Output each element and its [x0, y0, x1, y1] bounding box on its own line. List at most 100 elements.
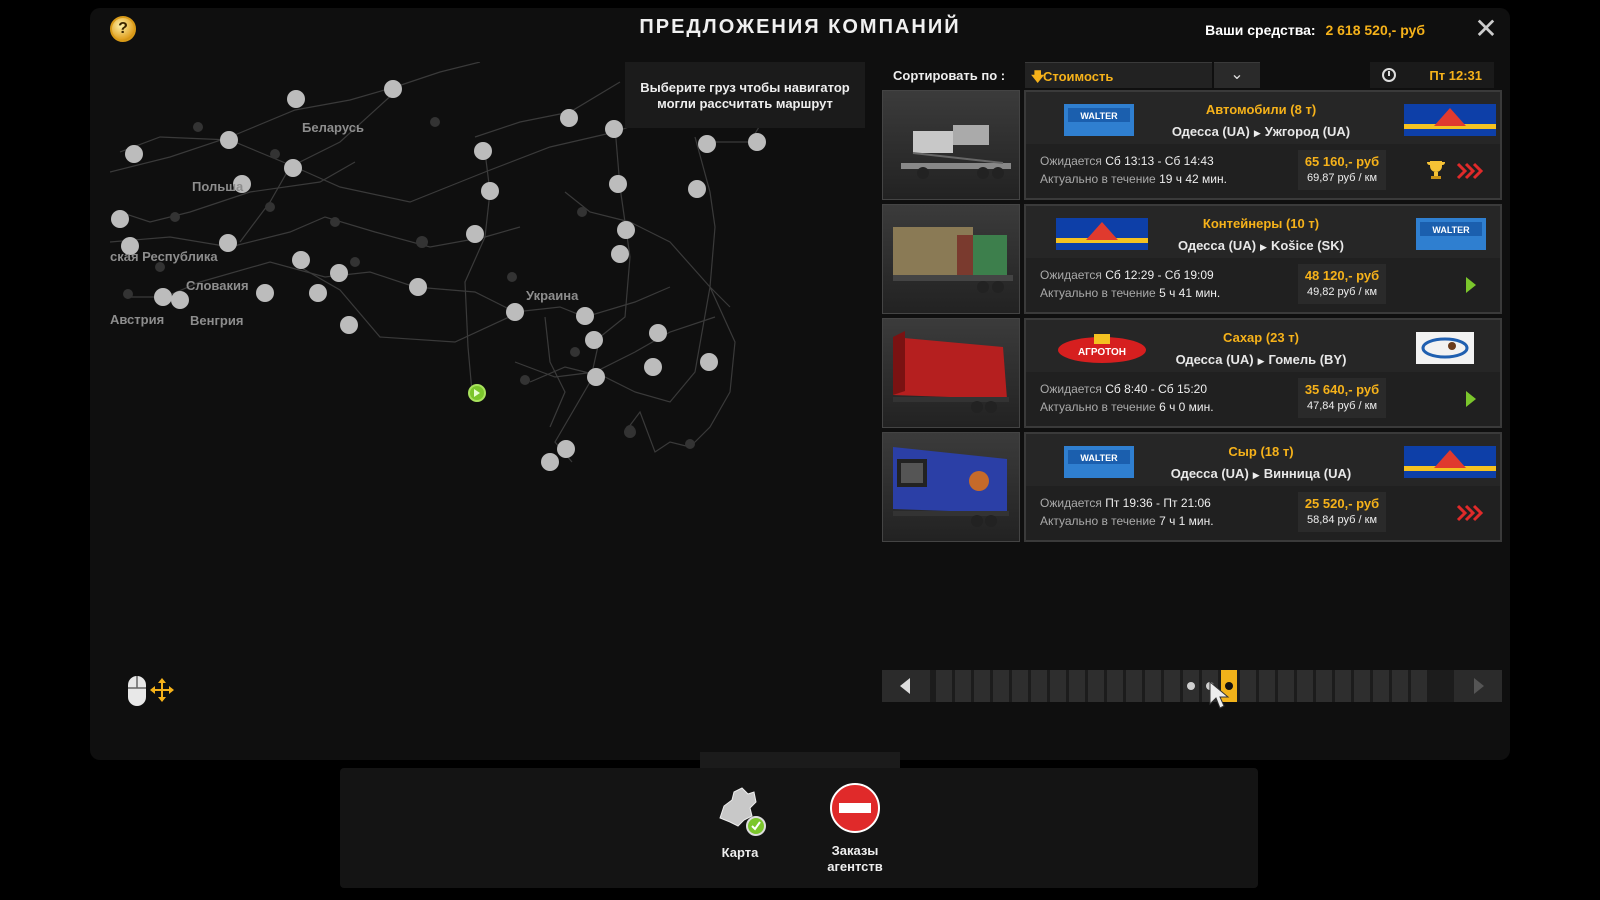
expected-label: Ожидается [1040, 382, 1102, 396]
map-hint: Выберите груз чтобы навигатор могли расс… [625, 62, 865, 128]
sort-dropdown-button[interactable]: ⌄ [1214, 62, 1260, 88]
offer-row[interactable]: WALTER Контейнеры (10 т) Одесса (UA) ▶ Koš… [882, 204, 1502, 314]
pager-page[interactable] [936, 670, 952, 702]
offer-card[interactable]: WALTER Контейнеры (10 т) Одесса (UA) ▶ Koš… [1024, 204, 1502, 314]
valid-time: Актуально в течение 6 ч 0 мин. [1040, 400, 1214, 414]
agroton-logo: АГРОТОН [1058, 334, 1146, 363]
offer-row[interactable]: WALTER Автомобили (8 т) Одесса (UA) ▶ Ужго… [882, 90, 1502, 200]
expected-time: Ожидается Сб 13:13 - Сб 14:43 [1040, 154, 1214, 168]
pager-next-button[interactable] [1454, 670, 1502, 702]
cargo-name: Автомобили (8 т) [1205, 102, 1317, 117]
pager-page[interactable] [1050, 670, 1066, 702]
pager-page[interactable] [1240, 670, 1256, 702]
valid-value: 7 ч 1 мин. [1159, 514, 1214, 528]
close-button[interactable]: ✕ [1472, 13, 1500, 44]
destination: Гомель (BY) [1268, 352, 1347, 367]
map-label-slovakia: Словакия [186, 278, 249, 293]
route-arrow-icon: ▶ [1253, 128, 1261, 138]
page-title: ПРЕДЛОЖЕНИЯ КОМПАНИЙ [639, 16, 961, 38]
map-label-belarus: Беларусь [302, 120, 364, 135]
svg-text:WALTER: WALTER [1080, 453, 1118, 463]
route-map[interactable]: Беларусь Польша ская Республика Словакия… [110, 62, 865, 722]
price-box: 65 160,- руб 69,87 руб / км [1298, 150, 1386, 190]
origin: Одесса (UA) [1175, 352, 1254, 367]
expected-label: Ожидается [1040, 268, 1102, 282]
pager-page[interactable] [974, 670, 990, 702]
cargo-name: Контейнеры (10 т) [1202, 216, 1320, 231]
pager-page[interactable] [1012, 670, 1028, 702]
agency-orders-button[interactable]: Заказы агентств [800, 782, 910, 875]
destination: Винница (UA) [1263, 466, 1352, 481]
origin: Одесса (UA) [1171, 124, 1250, 139]
pan-arrows-icon [150, 678, 174, 702]
pager-page[interactable] [1297, 670, 1313, 702]
pager-page[interactable] [955, 670, 971, 702]
pager-page[interactable] [1278, 670, 1294, 702]
pager-page[interactable] [1069, 670, 1085, 702]
ata-logo [1404, 104, 1496, 136]
pager-page[interactable] [1259, 670, 1275, 702]
pager-page[interactable] [1031, 670, 1047, 702]
funds-label: Ваши средства: [1205, 22, 1316, 38]
pager-page[interactable] [1183, 670, 1199, 702]
close-icon: ✕ [1474, 13, 1498, 44]
pager-prev-button[interactable] [882, 670, 930, 702]
pager-page[interactable] [1354, 670, 1370, 702]
offer-card[interactable]: WALTER Автомобили (8 т) Одесса (UA) ▶ Ужго… [1024, 90, 1502, 200]
valid-time: Актуально в течение 19 ч 42 мин. [1040, 172, 1227, 186]
map-label-austria: Австрия [110, 312, 165, 327]
map-button-label: Карта [721, 845, 759, 860]
pager-page[interactable] [1392, 670, 1408, 702]
pager-page[interactable] [1373, 670, 1389, 702]
pager-page[interactable] [1316, 670, 1332, 702]
sort-value: Стоимость [1043, 69, 1114, 84]
arrow-right-icon [1474, 678, 1484, 694]
go-arrow-icon [1466, 277, 1476, 293]
pager-page[interactable] [1088, 670, 1104, 702]
offer-card[interactable]: АГРОТОН Сахар (23 т) Одесса (UA) ▶ Гомель … [1024, 318, 1502, 428]
valid-label: Актуально в течение [1040, 514, 1156, 528]
trailer-thumbnail-red-curtain [882, 318, 1020, 428]
sort-arrow-icon: 🡇 [1031, 69, 1045, 84]
pager-page[interactable] [1107, 670, 1123, 702]
valid-time: Актуально в течение 5 ч 41 мин. [1040, 286, 1220, 300]
cargo-name: Сыр (18 т) [1228, 444, 1294, 459]
expected-time: Ожидается Пт 19:36 - Пт 21:06 [1040, 496, 1211, 510]
walter-logo: WALTER [1064, 104, 1134, 136]
offer-card[interactable]: WALTER Сыр (18 т) Одесса (UA) ▶ Винница (U… [1024, 432, 1502, 542]
route-arrow-icon: ▶ [1252, 470, 1260, 480]
pager-page[interactable] [993, 670, 1009, 702]
valid-value: 19 ч 42 мин. [1159, 172, 1227, 186]
valid-value: 6 ч 0 мин. [1159, 400, 1214, 414]
client-logo [1416, 332, 1474, 364]
pager-page[interactable] [1164, 670, 1180, 702]
bottom-bar [340, 768, 1258, 888]
urgent-arrows-icon [1456, 504, 1484, 522]
offer-row[interactable]: WALTER Сыр (18 т) Одесса (UA) ▶ Винница (U… [882, 432, 1502, 542]
offer-list: WALTER Автомобили (8 т) Одесса (UA) ▶ Ужго… [882, 90, 1502, 546]
ata-logo [1404, 446, 1496, 478]
valid-label: Актуально в течение [1040, 172, 1156, 186]
valid-value: 5 ч 41 мин. [1159, 286, 1221, 300]
price: 48 120,- руб [1304, 268, 1380, 283]
offer-pager [882, 670, 1502, 702]
pager-page[interactable] [1335, 670, 1351, 702]
pager-page[interactable] [1145, 670, 1161, 702]
map-label-hungary: Венгрия [190, 313, 244, 328]
funds-amount: 2 618 520,- руб [1325, 22, 1425, 38]
map-button[interactable]: Карта [685, 782, 795, 861]
expected-value: Сб 13:13 - Сб 14:43 [1105, 154, 1214, 168]
pager-page[interactable] [1411, 670, 1427, 702]
sort-select[interactable]: 🡇 Стоимость [1025, 62, 1212, 88]
ata-logo [1056, 218, 1148, 250]
help-button[interactable]: ? [110, 16, 136, 42]
pager-page[interactable] [1126, 670, 1142, 702]
map-controls-hint [118, 672, 178, 724]
go-arrow-icon [1466, 391, 1476, 407]
map-label-poland: Польша [192, 179, 244, 194]
svg-text:WALTER: WALTER [1432, 225, 1470, 235]
destination: Ужгород (UA) [1264, 124, 1351, 139]
offer-row[interactable]: АГРОТОН Сахар (23 т) Одесса (UA) ▶ Гомель … [882, 318, 1502, 428]
route: Одесса (UA) ▶ Винница (UA) [1146, 466, 1376, 481]
cargo-name: Сахар (23 т) [1223, 330, 1299, 345]
